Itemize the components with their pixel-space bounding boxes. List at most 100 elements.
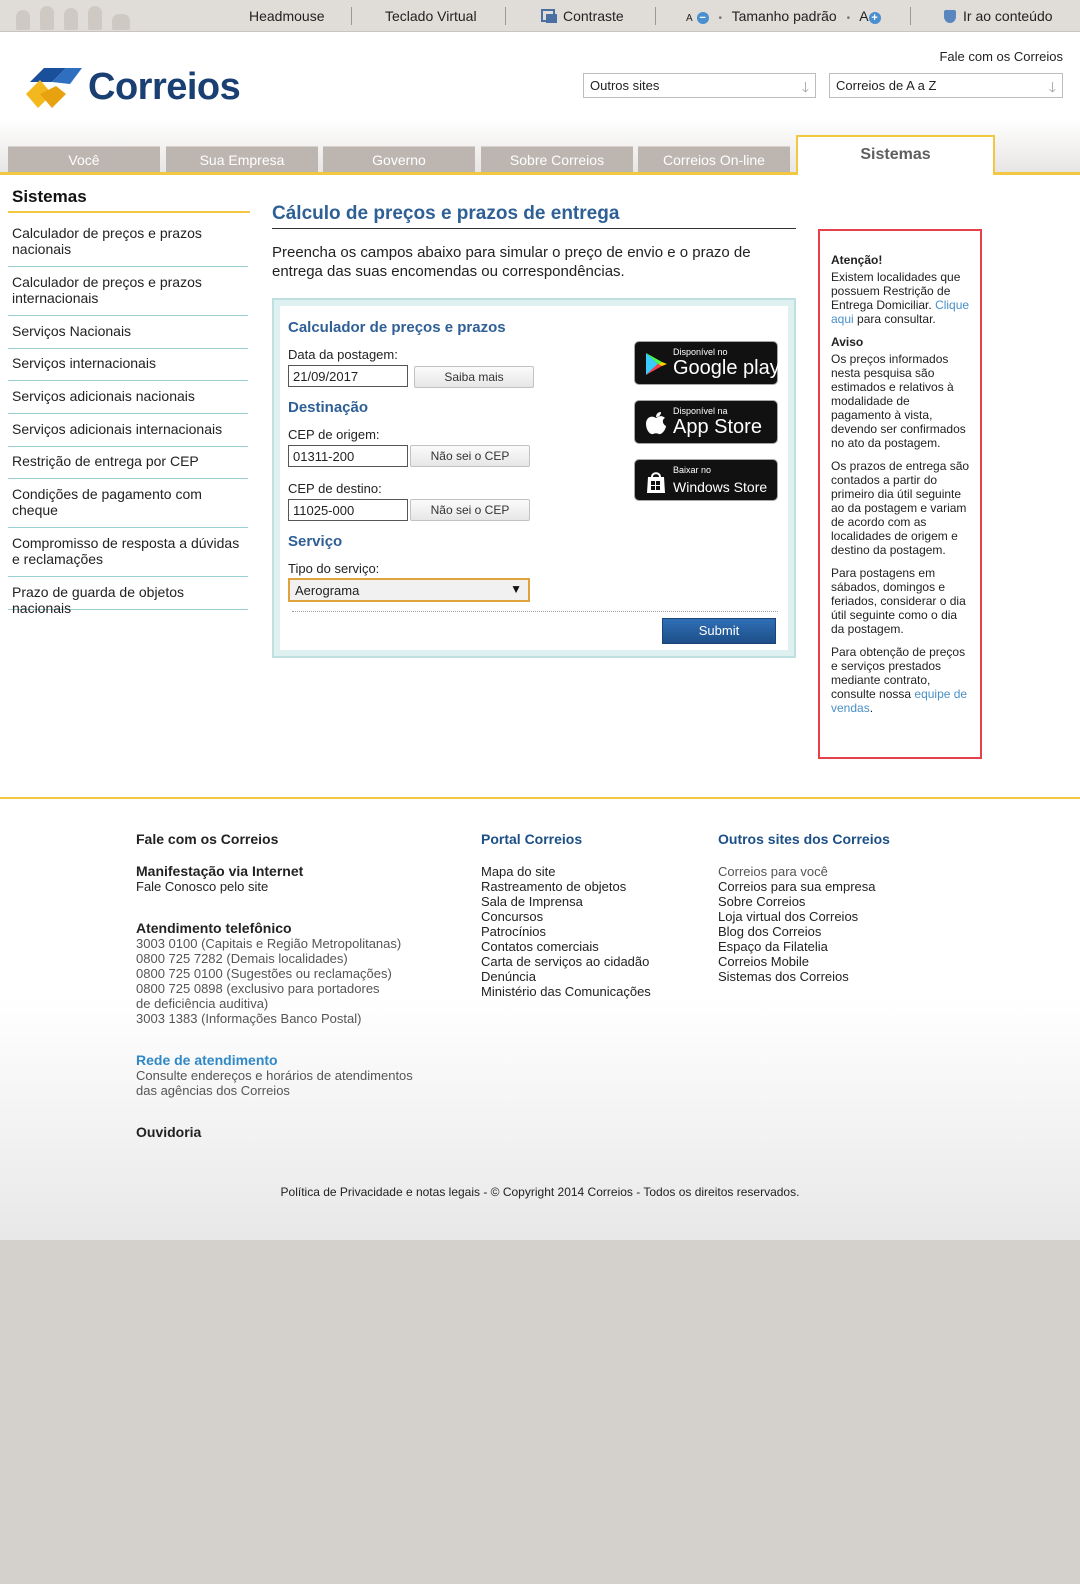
- tel-line: 3003 0100 (Capitais e Região Metropolita…: [136, 936, 402, 951]
- font-increase-label[interactable]: A: [859, 8, 868, 24]
- cep-destino-label: CEP de destino:: [288, 481, 382, 496]
- outros-sites-select[interactable]: Outros sites 🡓: [583, 73, 816, 98]
- sidebar-item-adicionais-nacionais[interactable]: Serviços adicionais nacionais: [8, 388, 248, 414]
- app-store-big-text: App Store: [673, 416, 762, 438]
- footer-link[interactable]: Loja virtual dos Correios: [718, 909, 958, 924]
- app-store-badge[interactable]: Disponível na App Store: [634, 400, 778, 444]
- nao-sei-cep-destino-button[interactable]: Não sei o CEP: [410, 499, 530, 521]
- sidebar-item-servicos-internacionais[interactable]: Serviços internacionais: [8, 355, 248, 381]
- atencao-paragraph: Existem localidades que possuem Restriçã…: [831, 270, 970, 326]
- contrast-label: Contraste: [563, 8, 624, 24]
- sidebar-item-calc-nacionais[interactable]: Calculador de preços e prazos nacionais: [8, 225, 248, 267]
- footer-link[interactable]: Carta de serviços ao cidadão: [481, 954, 701, 969]
- sidebar-item-compromisso[interactable]: Compromisso de resposta a dúvidas e recl…: [8, 535, 248, 577]
- intro-text: Preencha os campos abaixo para simular o…: [272, 244, 751, 280]
- aviso-p4: Para obtenção de preços e serviços prest…: [831, 645, 970, 715]
- footer-link[interactable]: Sobre Correios: [718, 894, 958, 909]
- google-play-badge[interactable]: Disponível no Google play: [634, 341, 780, 385]
- separator: [910, 7, 911, 25]
- tab-sistemas[interactable]: Sistemas: [796, 135, 995, 175]
- tab-correios-online[interactable]: Correios On-line: [638, 146, 790, 172]
- footer-link[interactable]: Mapa do site: [481, 864, 701, 879]
- sidebar-item-adicionais-internacionais[interactable]: Serviços adicionais internacionais: [8, 421, 248, 447]
- footer-link[interactable]: Blog dos Correios: [718, 924, 958, 939]
- contrast-icon: [541, 9, 557, 23]
- footer-link[interactable]: Espaço da Filatelia: [718, 939, 958, 954]
- tel-line: 0800 725 0100 (Sugestões ou reclamações): [136, 966, 392, 981]
- manifestacao-text[interactable]: Fale Conosco pelo site: [136, 879, 436, 894]
- saiba-mais-button[interactable]: Saiba mais: [414, 366, 534, 388]
- cep-origem-label: CEP de origem:: [288, 427, 380, 442]
- portal-title: Portal Correios: [481, 831, 583, 847]
- footer-col-outros: Outros sites dos Correios Correios para …: [718, 831, 958, 985]
- app-store-small-text: Disponível na: [673, 406, 728, 416]
- separator: [655, 7, 656, 25]
- fale-com-correios-link[interactable]: Fale com os Correios: [939, 49, 1063, 64]
- rede-atendimento-link[interactable]: Rede de atendimento: [136, 1053, 436, 1068]
- footer-link[interactable]: Rastreamento de objetos: [481, 879, 701, 894]
- font-decrease-label[interactable]: A: [686, 13, 693, 24]
- correios-logo[interactable]: Correios: [22, 62, 242, 112]
- manifestacao-title[interactable]: Manifestação via Internet: [136, 864, 436, 879]
- footer-fale-title: Fale com os Correios: [136, 831, 279, 847]
- headmouse-link[interactable]: Headmouse: [249, 8, 325, 24]
- footer-link[interactable]: Sala de Imprensa: [481, 894, 701, 909]
- arrow-down-icon: 🡓: [1048, 79, 1056, 95]
- windows-store-badge[interactable]: Baixar no Windows Store: [634, 459, 778, 501]
- footer-link[interactable]: Patrocínios: [481, 924, 701, 939]
- tipo-servico-value: Aerograma: [295, 583, 360, 598]
- default-size-link[interactable]: Tamanho padrão: [732, 8, 837, 24]
- sidebar-title-divider: [8, 211, 250, 213]
- tipo-servico-select[interactable]: Aerograma ▼: [288, 578, 530, 602]
- windows-store-big-text: Windows Store: [673, 479, 768, 495]
- correios-a-z-select[interactable]: Correios de A a Z 🡓: [829, 73, 1063, 98]
- correios-logo-icon: [26, 68, 82, 108]
- footer-col-fale: Fale com os Correios Manifestação via In…: [136, 832, 436, 1140]
- cep-origem-input[interactable]: [288, 445, 408, 467]
- notice-box: Atenção! Existem localidades que possuem…: [818, 229, 982, 759]
- atencao-after: para consultar.: [853, 312, 936, 326]
- footer-link[interactable]: Denúncia: [481, 969, 701, 984]
- virtual-keyboard-link[interactable]: Teclado Virtual: [385, 8, 477, 24]
- separator: [351, 7, 352, 25]
- arrow-down-icon: 🡓: [801, 79, 809, 95]
- atendimento-title: Atendimento telefônico: [136, 920, 292, 936]
- plus-circle-icon[interactable]: +: [868, 12, 881, 24]
- footer-link[interactable]: Concursos: [481, 909, 701, 924]
- font-size-controls: A − • Tamanho padrão • A +: [686, 8, 881, 24]
- skip-to-content-link[interactable]: Ir ao conteúdo: [944, 8, 1053, 24]
- copyright-text[interactable]: Política de Privacidade e notas legais -…: [0, 1185, 1080, 1199]
- tab-sobre-correios[interactable]: Sobre Correios: [481, 146, 633, 172]
- form-heading: Calculador de preços e prazos: [288, 319, 506, 336]
- footer-link[interactable]: Correios Mobile: [718, 954, 958, 969]
- footer-col-portal: Portal Correios Mapa do site Rastreament…: [481, 831, 701, 1000]
- separator: [505, 7, 506, 25]
- nao-sei-cep-origem-button[interactable]: Não sei o CEP: [410, 445, 530, 467]
- google-play-big-text: Google play: [673, 357, 780, 379]
- ouvidoria-link[interactable]: Ouvidoria: [136, 1125, 436, 1140]
- footer-link[interactable]: Correios para você: [718, 864, 958, 879]
- tab-sua-empresa[interactable]: Sua Empresa: [166, 146, 318, 172]
- sidebar-item-prazo-guarda[interactable]: Prazo de guarda de objetos nacionais: [8, 584, 248, 616]
- footer-link[interactable]: Contatos comerciais: [481, 939, 701, 954]
- footer-link[interactable]: Sistemas dos Correios: [718, 969, 958, 984]
- contrast-link[interactable]: Contraste: [541, 8, 624, 24]
- outros-sites-value: Outros sites: [590, 78, 660, 93]
- outros-sites-title: Outros sites dos Correios: [718, 831, 890, 847]
- sidebar-item-pagamento-cheque[interactable]: Condições de pagamento com cheque: [8, 486, 248, 528]
- form-divider: [292, 611, 778, 612]
- submit-button[interactable]: Submit: [662, 618, 776, 644]
- minus-circle-icon[interactable]: −: [696, 12, 709, 24]
- google-play-small-text: Disponível no: [673, 347, 728, 357]
- sidebar-item-calc-internacionais[interactable]: Calculador de preços e prazos internacio…: [8, 274, 248, 316]
- cep-destino-input[interactable]: [288, 499, 408, 521]
- sidebar-item-restricao-cep[interactable]: Restrição de entrega por CEP: [8, 453, 248, 479]
- footer-link[interactable]: Correios para sua empresa: [718, 879, 958, 894]
- footer-link[interactable]: Ministério das Comunicações: [481, 984, 701, 999]
- tel-line: 3003 1383 (Informações Banco Postal): [136, 1011, 362, 1026]
- data-postagem-input[interactable]: [288, 365, 408, 387]
- tab-governo[interactable]: Governo: [323, 146, 475, 172]
- sidebar-item-servicos-nacionais[interactable]: Serviços Nacionais: [8, 323, 248, 349]
- tab-voce[interactable]: Você: [8, 146, 160, 172]
- correios-a-z-value: Correios de A a Z: [836, 78, 937, 93]
